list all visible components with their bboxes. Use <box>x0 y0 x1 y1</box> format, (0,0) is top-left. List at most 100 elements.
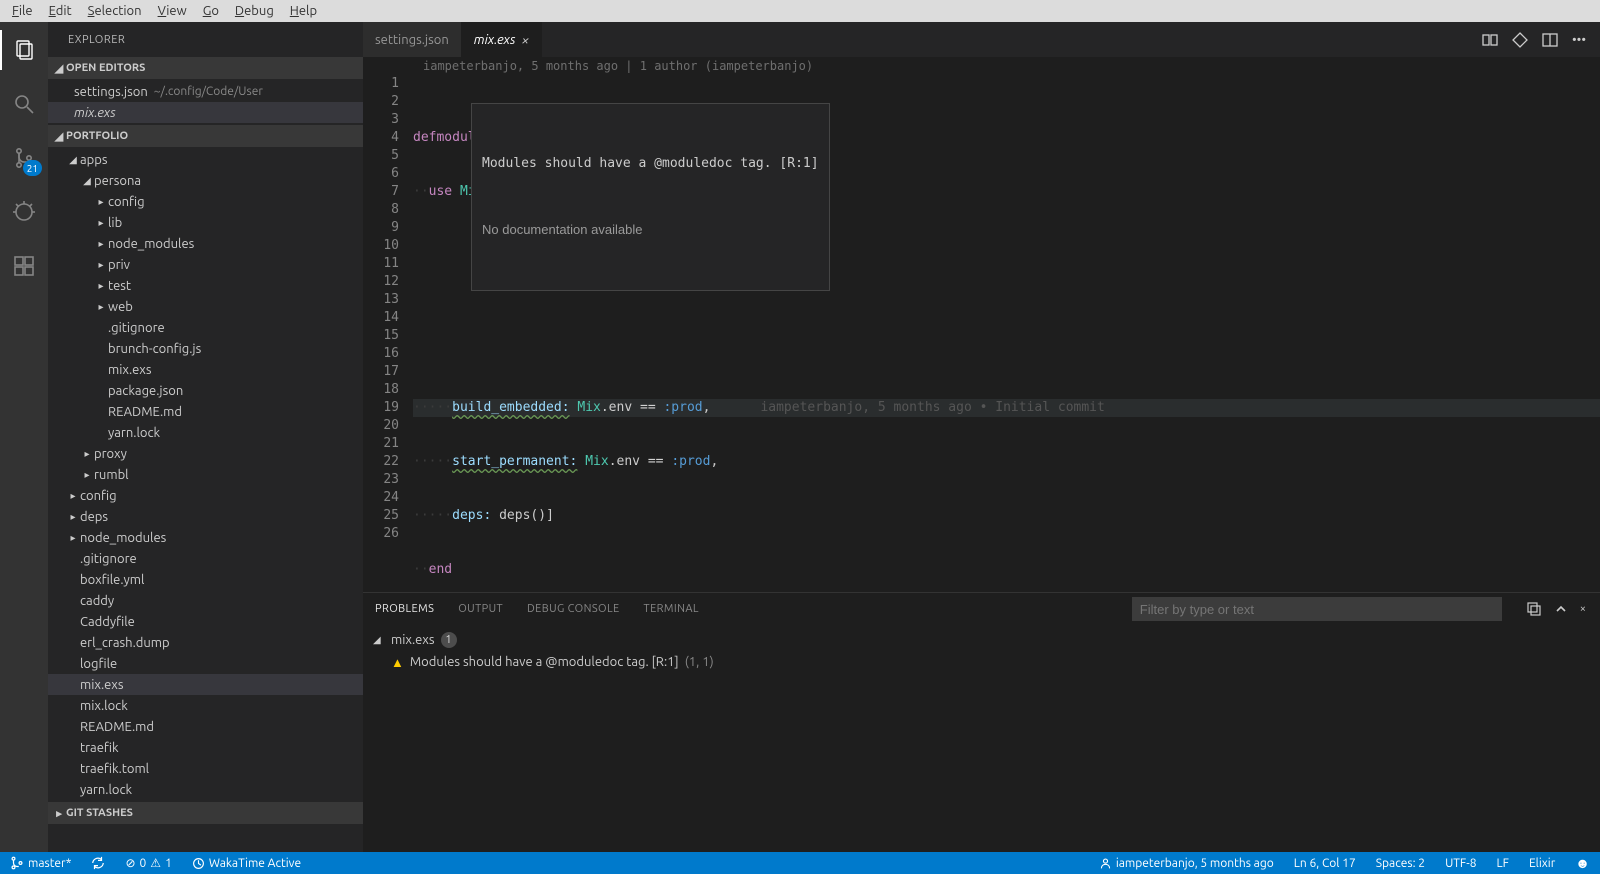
tab-mix-exs[interactable]: mix.exs × <box>462 22 543 57</box>
tree-item-label: boxfile.yml <box>80 573 144 587</box>
tree-item-label: node_modules <box>108 237 194 251</box>
more-icon[interactable]: ••• <box>1572 33 1586 47</box>
panel-tab-debug-console[interactable]: DEBUG CONSOLE <box>527 603 620 615</box>
menu-go[interactable]: Go <box>195 2 227 20</box>
tree-item[interactable]: mix.exs <box>48 359 363 380</box>
feedback-icon[interactable]: ☻ <box>1571 852 1594 874</box>
menu-selection[interactable]: Selection <box>80 2 150 20</box>
status-language[interactable]: Elixir <box>1525 852 1559 874</box>
tree-item[interactable]: boxfile.yml <box>48 569 363 590</box>
tree-item[interactable]: ▸config <box>48 485 363 506</box>
tree-item-label: persona <box>94 174 141 188</box>
menu-help[interactable]: Help <box>282 2 325 20</box>
chevron-up-icon[interactable] <box>1554 602 1568 616</box>
tree-item[interactable]: ▸deps <box>48 506 363 527</box>
tree-item[interactable]: traefik.toml <box>48 758 363 779</box>
tree-item[interactable]: package.json <box>48 380 363 401</box>
tree-item[interactable]: logfile <box>48 653 363 674</box>
menu-view[interactable]: View <box>150 2 195 20</box>
problem-row[interactable]: ▲ Modules should have a @moduledoc tag. … <box>373 651 1590 673</box>
status-gitlens[interactable]: iampeterbanjo, 5 months ago <box>1095 852 1278 874</box>
tree-item[interactable]: brunch-config.js <box>48 338 363 359</box>
status-sync[interactable] <box>87 852 109 874</box>
tree-item[interactable]: .gitignore <box>48 317 363 338</box>
tree-item[interactable]: ▸config <box>48 191 363 212</box>
tree-item[interactable]: ▸node_modules <box>48 233 363 254</box>
tree-item-label: deps <box>80 510 108 524</box>
tree-item[interactable]: README.md <box>48 401 363 422</box>
search-icon[interactable] <box>0 84 48 124</box>
tree-item[interactable]: ◢apps <box>48 149 363 170</box>
chevron-icon: ▸ <box>66 511 80 523</box>
split-editor-icon[interactable] <box>1542 32 1558 48</box>
tree-item[interactable]: yarn.lock <box>48 779 363 800</box>
tree-item[interactable]: ▸web <box>48 296 363 317</box>
source-control-icon[interactable]: 21 <box>0 138 48 178</box>
menu-debug[interactable]: Debug <box>227 2 282 20</box>
status-wakatime[interactable]: WakaTime Active <box>188 852 305 874</box>
problems-filter-input[interactable] <box>1132 597 1502 621</box>
status-eol[interactable]: LF <box>1493 852 1513 874</box>
debug-icon[interactable] <box>0 192 48 232</box>
close-icon[interactable]: × <box>1580 603 1586 615</box>
extensions-icon[interactable] <box>0 246 48 286</box>
warning-icon: ▲ <box>391 655 404 670</box>
status-cursor[interactable]: Ln 6, Col 17 <box>1290 852 1360 874</box>
open-editor-item[interactable]: settings.json ~/.config/Code/User <box>48 81 363 102</box>
chevron-icon: ▸ <box>80 448 94 460</box>
open-editors-list: settings.json ~/.config/Code/User mix.ex… <box>48 79 363 125</box>
tree-item[interactable]: mix.lock <box>48 695 363 716</box>
close-icon[interactable]: × <box>521 32 529 48</box>
explorer-icon[interactable] <box>0 30 48 70</box>
panel-tab-terminal[interactable]: TERMINAL <box>644 603 699 615</box>
panel-tabs: PROBLEMS OUTPUT DEBUG CONSOLE TERMINAL × <box>363 593 1600 625</box>
tree-item-label: brunch-config.js <box>108 342 201 356</box>
tree-item-label: test <box>108 279 131 293</box>
status-problems[interactable]: ⊘0 ⚠1 <box>121 852 175 874</box>
editor-body[interactable]: iampeterbanjo, 5 months ago | 1 author (… <box>363 57 1600 592</box>
tree-item[interactable]: erl_crash.dump <box>48 632 363 653</box>
menu-edit[interactable]: Edit <box>41 2 80 20</box>
tree-item-label: config <box>108 195 145 209</box>
tree-item[interactable]: mix.exs <box>48 674 363 695</box>
status-encoding[interactable]: UTF-8 <box>1441 852 1480 874</box>
git-stashes-header[interactable]: ▸GIT STASHES <box>48 802 363 824</box>
tree-item[interactable]: traefik <box>48 737 363 758</box>
tree-item[interactable]: yarn.lock <box>48 422 363 443</box>
tree-item[interactable]: ◢persona <box>48 170 363 191</box>
problems-file-row[interactable]: ◢ mix.exs 1 <box>373 629 1590 651</box>
tab-settings-json[interactable]: settings.json <box>363 22 462 57</box>
activity-bar: 21 <box>0 22 48 852</box>
tree-item-label: priv <box>108 258 130 272</box>
scm-badge: 21 <box>23 160 42 176</box>
status-branch[interactable]: master* <box>6 852 75 874</box>
status-spaces[interactable]: Spaces: 2 <box>1372 852 1429 874</box>
diff-icon[interactable] <box>1512 32 1528 48</box>
tree-item[interactable]: Caddyfile <box>48 611 363 632</box>
tree-item-label: yarn.lock <box>80 783 132 797</box>
tree-item-label: caddy <box>80 594 114 608</box>
problems-count-badge: 1 <box>441 632 457 648</box>
tree-item[interactable]: .gitignore <box>48 548 363 569</box>
code-content[interactable]: Modules should have a @moduledoc tag. [R… <box>413 57 1600 592</box>
open-editor-item[interactable]: mix.exs <box>48 102 363 123</box>
tree-item[interactable]: caddy <box>48 590 363 611</box>
chevron-icon: ▸ <box>94 238 108 250</box>
tree-item[interactable]: ▸rumbl <box>48 464 363 485</box>
panel-tab-output[interactable]: OUTPUT <box>458 603 503 615</box>
open-editors-header[interactable]: ◢OPEN EDITORS <box>48 57 363 79</box>
panel-tab-problems[interactable]: PROBLEMS <box>375 603 434 615</box>
tree-item-label: apps <box>80 153 108 167</box>
menu-file[interactable]: File <box>4 2 41 20</box>
tree-item[interactable]: ▸lib <box>48 212 363 233</box>
tree-item[interactable]: ▸node_modules <box>48 527 363 548</box>
tree-item[interactable]: README.md <box>48 716 363 737</box>
compare-icon[interactable] <box>1482 32 1498 48</box>
collapse-all-icon[interactable] <box>1526 601 1542 617</box>
tree-item[interactable]: ▸test <box>48 275 363 296</box>
tree-item[interactable]: ▸priv <box>48 254 363 275</box>
project-header[interactable]: ◢PORTFOLIO <box>48 125 363 147</box>
sidebar-title: EXPLORER <box>48 22 363 57</box>
chevron-icon: ▸ <box>66 490 80 502</box>
tree-item[interactable]: ▸proxy <box>48 443 363 464</box>
